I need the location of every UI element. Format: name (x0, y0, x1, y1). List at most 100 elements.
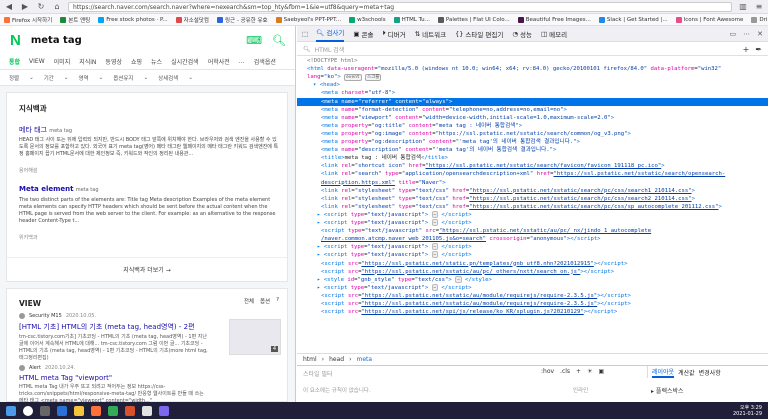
style-control-button[interactable]: .cls (560, 368, 570, 375)
chrome-icon[interactable] (142, 405, 152, 416)
tree-line[interactable]: <script type="text/javascript" src="http… (297, 227, 768, 235)
search-tab[interactable]: 실시간검색 (171, 57, 199, 66)
view-post[interactable]: Alert 2020.10.24. HTML meta Tag "viewport"… (19, 365, 281, 402)
keyboard-icon[interactable]: ⌨ (246, 34, 262, 47)
devtools-tab[interactable]: ◫ 메모리 (541, 26, 567, 42)
post-author[interactable]: Security M15 (29, 313, 62, 319)
bookmark-item[interactable]: Firefox 시작하기 (4, 16, 52, 24)
post-thumbnail[interactable]: 4 (229, 319, 281, 355)
folder-icon[interactable] (74, 405, 84, 416)
tree-line[interactable]: <link rel="stylesheet" type="text/css" h… (297, 203, 768, 211)
menu-icon[interactable]: ≡ (754, 2, 764, 12)
tree-line[interactable]: ▸ <style id="gnb_style" type="text/css">… (297, 275, 768, 284)
bookmark-item[interactable]: Saebyeol's PPT-PPT... (275, 16, 341, 23)
devtools-tab[interactable]: {} 스타일 편집기 (455, 26, 503, 42)
tree-line[interactable]: <title>meta tag : 네이버 통합검색</title> (297, 154, 768, 162)
filter-option[interactable]: 옵션유지 (113, 74, 133, 82)
search-tab[interactable]: 이미지 (54, 57, 71, 66)
tree-line[interactable]: <link rel="search" type="application/ope… (297, 170, 768, 178)
tree-line[interactable]: /naver.common.atcmp.naver_web_201105.js&… (297, 235, 768, 243)
devtools-tab[interactable]: ⏵ 디버거 (383, 26, 406, 42)
eyedropper-icon[interactable]: ✒ (755, 45, 762, 54)
filter-option[interactable]: 정렬 (9, 74, 19, 82)
layout-tab[interactable]: 변경사항 (699, 368, 721, 377)
style-control-button[interactable]: ▣ (598, 368, 604, 375)
edge-icon[interactable] (57, 405, 67, 416)
devtools-tab[interactable]: ⇅ 네트워크 (415, 26, 446, 42)
bookmark-item[interactable]: 링근 - 공유한 유효 (216, 16, 268, 24)
html-search-input[interactable]: HTML 검색 (315, 45, 345, 54)
tree-line[interactable]: <script src="https://ssl.pstatic.net/sst… (297, 292, 768, 300)
firefox-icon[interactable] (91, 405, 101, 416)
url-input[interactable]: https://search.naver.com/search.naver?wh… (68, 1, 732, 12)
devtools-tab[interactable]: 🔍︎ 검사기 (316, 26, 345, 42)
tree-line[interactable]: <meta name="viewport" content="width=dev… (297, 114, 768, 122)
library-icon[interactable]: ▥ (738, 2, 748, 12)
clock[interactable]: 오후 3:29 2021-01-29 (733, 405, 762, 417)
tree-line[interactable]: ▸ <script type="text/javascript"> ⋯ </sc… (297, 243, 768, 251)
search-tab[interactable]: 쇼핑 (131, 57, 142, 66)
layout-tab[interactable]: 계산값 (678, 368, 695, 377)
tree-line[interactable]: ▸ <script type="text/javascript"> ⋯ </sc… (297, 219, 768, 227)
search-tab[interactable]: 뉴스 (151, 57, 162, 66)
tree-line[interactable]: ▸ <script type="text/javascript"> ⋯ </sc… (297, 210, 768, 219)
search-tab[interactable]: VIEW (29, 58, 45, 65)
html-search-bar[interactable]: 🔍︎ HTML 검색 + ✒ (297, 43, 768, 56)
tree-line[interactable]: <meta name="description" content="'meta … (297, 146, 768, 154)
tree-line[interactable]: description.https.xml" title="Naver"> (297, 179, 768, 187)
task-view-icon[interactable] (40, 405, 50, 416)
search-tab[interactable]: 통합 (9, 57, 20, 66)
entry-title-2[interactable]: Meta element meta tag (19, 185, 99, 193)
breadcrumb-item[interactable]: head (329, 356, 344, 363)
filter-option[interactable]: 기간 (44, 74, 54, 82)
layout-tab[interactable]: 레이아웃 (652, 367, 675, 378)
dom-tree[interactable]: <!DOCTYPE html> <html data-useragent="mo… (297, 57, 768, 353)
search-input[interactable]: meta tag (31, 35, 236, 46)
entry-title-1[interactable]: 메타 태그 meta tag (19, 125, 72, 135)
post-title[interactable]: HTML meta Tag "viewport" (19, 374, 281, 382)
search-icon[interactable]: 🔍︎ (272, 34, 286, 47)
entry-title-2-text[interactable]: Meta element (19, 185, 74, 193)
style-control-button[interactable]: + (576, 368, 581, 375)
search-tab[interactable]: 검색옵션 (254, 57, 276, 66)
tree-line[interactable]: <script src="https://ssl.pstatic.net/sst… (297, 300, 768, 308)
pick-element-icon[interactable]: ⬚ (302, 30, 308, 38)
entry-source-1[interactable]: 용어해설 (19, 167, 37, 174)
home-icon[interactable]: ⌂ (52, 2, 62, 12)
bookmark-item[interactable]: Free stock photos · P... (98, 16, 168, 23)
tree-line[interactable]: <script src="https://ssl.pstatic.net/sta… (297, 260, 768, 268)
flexbox-section[interactable]: ▸ 플렉스박스 (651, 386, 684, 395)
tree-line[interactable]: <script src="https://ssl.pstatic.net/sst… (297, 268, 768, 276)
tree-line[interactable]: <meta property="og:image" content="https… (297, 130, 768, 138)
search-tab[interactable]: 동영상 (105, 57, 122, 66)
tree-line[interactable]: <meta charset="utf-8"> (297, 89, 768, 97)
bookmark-item[interactable]: Icons | Font Awesome (675, 16, 743, 23)
tree-line[interactable]: <link rel="shortcut icon" href="https://… (297, 162, 768, 170)
tree-line[interactable]: ▾ <head> (297, 81, 768, 89)
tree-line[interactable]: <html data-useragent="mozilla/5.0 (windo… (297, 65, 768, 73)
knowledge-more-button[interactable]: 지식백과 더보기 → (7, 257, 287, 281)
view-post[interactable]: Security M15 2020.10.05. [HTML 기초] HTML의 기… (19, 313, 281, 362)
breadcrumb-item[interactable]: html (303, 356, 317, 363)
bookmark-item[interactable]: Palettes | Flat UI Colo... (437, 16, 510, 23)
powerpoint-icon[interactable] (125, 405, 135, 416)
tree-line[interactable]: <meta property="og:description" content=… (297, 138, 768, 146)
breadcrumb-item[interactable]: meta (356, 356, 372, 363)
naver-logo[interactable]: N (10, 32, 21, 49)
style-control-button[interactable]: :hov (541, 368, 554, 375)
add-node-icon[interactable]: + (743, 45, 750, 54)
search-tab[interactable]: 어학사전 (208, 57, 230, 66)
tree-line[interactable]: <link rel="stylesheet" type="text/css" h… (297, 195, 768, 203)
devtools-tab[interactable]: ▣ 콘솔 (353, 26, 373, 42)
tree-line[interactable]: <meta name="format-detection" content="t… (297, 106, 768, 114)
search-icon[interactable] (23, 405, 33, 416)
excel-icon[interactable] (108, 405, 118, 416)
tree-line[interactable]: lang="ko"> event 스크롤 (297, 73, 768, 82)
tree-line[interactable]: <link rel="stylesheet" type="text/css" h… (297, 187, 768, 195)
forward-icon[interactable]: ▶ (20, 2, 30, 12)
view-control[interactable]: 전체 (244, 297, 254, 305)
devtools-tab[interactable]: ◔ 성능 (512, 26, 532, 42)
bookmark-item[interactable]: Beautiful Free Images... (517, 16, 591, 23)
bookmark-item[interactable]: HTML Tu... (393, 16, 430, 23)
bookmark-item[interactable]: 자소설닷컴 (175, 16, 209, 24)
